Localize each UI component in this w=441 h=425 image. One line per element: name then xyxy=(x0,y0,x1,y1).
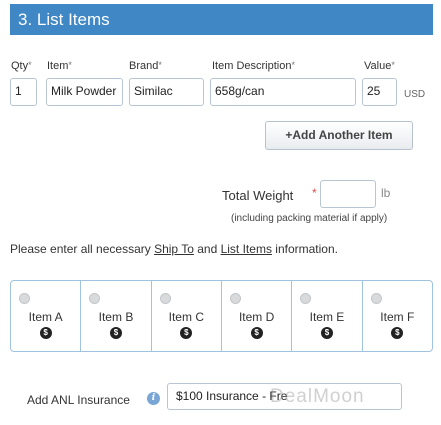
item-option-label: Item C xyxy=(168,310,204,324)
brand-input[interactable]: Similac xyxy=(129,78,204,106)
radio-button[interactable] xyxy=(89,293,101,304)
radio-button[interactable] xyxy=(19,293,30,304)
radio-button[interactable] xyxy=(370,293,382,304)
info-icon[interactable]: i xyxy=(147,392,160,405)
description-input[interactable]: 658g/can xyxy=(210,78,356,106)
description-label-text: Item Description xyxy=(212,60,292,72)
item-option-d[interactable]: Item D $ xyxy=(222,281,293,351)
section-title: 3. List Items xyxy=(18,10,110,29)
item-option-c[interactable]: Item C $ xyxy=(152,281,222,351)
notice-middle: and xyxy=(193,242,221,256)
total-weight-label: Total Weight xyxy=(222,188,294,203)
dollar-icon: $ xyxy=(320,327,333,339)
qty-label: Qty* xyxy=(11,60,32,72)
item-option-label: Item B xyxy=(98,310,134,324)
list-items-link[interactable]: List Items xyxy=(221,242,272,256)
radio-button[interactable] xyxy=(300,293,312,304)
item-option-e[interactable]: Item E $ xyxy=(292,281,363,351)
value-input[interactable]: 25 xyxy=(362,78,397,106)
required-mark: * xyxy=(291,60,295,70)
weight-note: (including packing material if apply) xyxy=(231,213,388,224)
radio-button[interactable] xyxy=(159,293,171,304)
item-label-text: Item xyxy=(47,60,69,72)
required-mark: * xyxy=(391,60,395,70)
brand-label: Brand* xyxy=(129,60,162,72)
item-label: Item* xyxy=(47,60,72,72)
watermark-logo: DealMoon xyxy=(270,386,365,407)
value-label: Value* xyxy=(364,60,395,72)
qty-label-text: Qty xyxy=(11,60,29,72)
dollar-icon: $ xyxy=(250,327,263,339)
item-option-f[interactable]: Item F $ xyxy=(363,281,432,351)
notice-suffix: information. xyxy=(271,242,338,256)
description-label: Item Description* xyxy=(212,60,295,72)
required-mark: * xyxy=(158,60,162,70)
item-option-label: Item F xyxy=(380,310,415,324)
weight-unit-label: lb xyxy=(381,186,391,200)
radio-button[interactable] xyxy=(229,293,241,304)
item-option-b[interactable]: Item B $ xyxy=(81,281,152,351)
info-notice: Please enter all necessary Ship To and L… xyxy=(10,242,338,256)
section-header: 3. List Items xyxy=(10,4,433,35)
total-weight-required-mark: * xyxy=(312,186,317,200)
item-option-label: Item E xyxy=(309,310,345,324)
notice-prefix: Please enter all necessary xyxy=(10,242,155,256)
required-mark: * xyxy=(68,60,72,70)
item-option-label: Item D xyxy=(238,310,275,324)
qty-input[interactable]: 1 xyxy=(10,78,37,106)
item-option-label: Item A xyxy=(28,310,63,324)
ship-to-link[interactable]: Ship To xyxy=(154,242,194,256)
value-label-text: Value xyxy=(364,60,392,72)
currency-label: USD xyxy=(404,89,426,100)
dollar-icon: $ xyxy=(109,327,122,339)
brand-label-text: Brand xyxy=(129,60,159,72)
required-mark: * xyxy=(28,60,32,70)
insurance-label: Add ANL Insurance xyxy=(27,393,130,407)
item-option-a[interactable]: Item A $ xyxy=(11,281,82,351)
item-input[interactable]: Milk Powder xyxy=(46,78,123,106)
item-selector: Item A $ Item B $ Item C $ Item D $ Item… xyxy=(10,280,433,352)
dollar-icon: $ xyxy=(39,327,52,339)
dollar-icon: $ xyxy=(180,327,193,339)
add-another-item-button[interactable]: +Add Another Item xyxy=(265,121,413,150)
total-weight-input[interactable] xyxy=(320,180,376,208)
dollar-icon: $ xyxy=(391,327,404,339)
